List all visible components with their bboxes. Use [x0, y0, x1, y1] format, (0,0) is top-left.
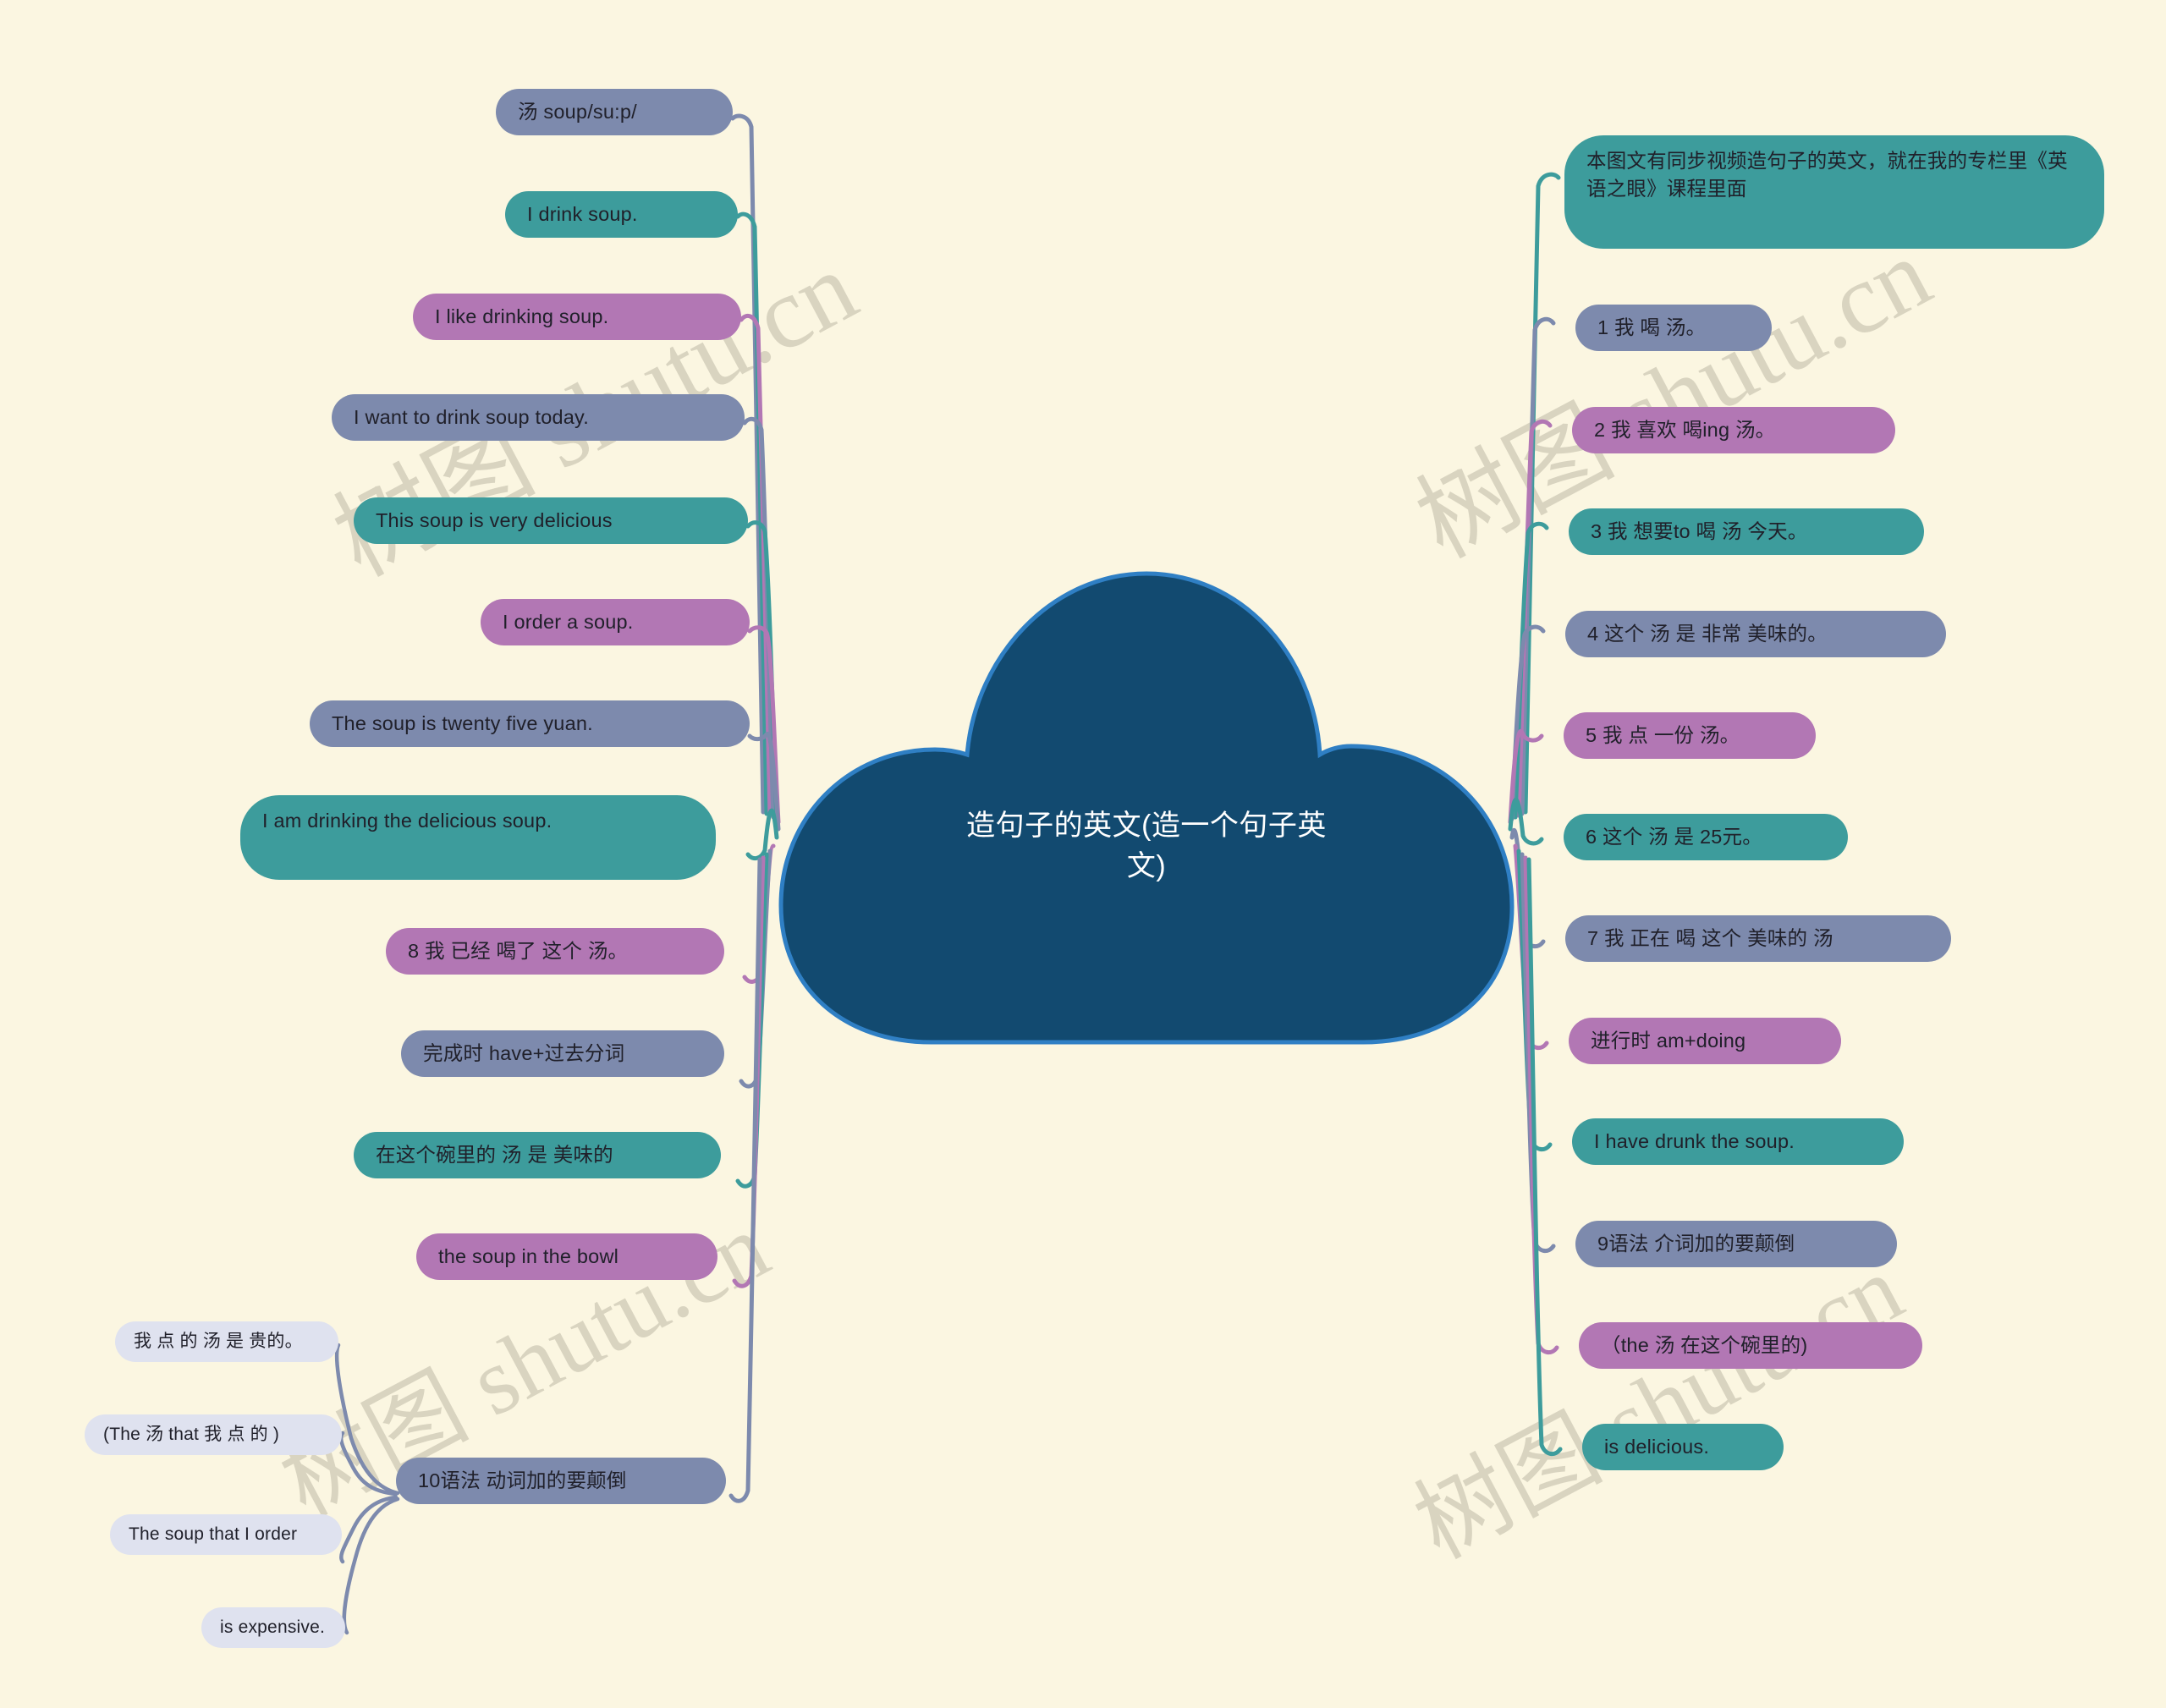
topic-node[interactable]: 本图文有同步视频造句子的英文，就在我的专栏里《英语之眼》课程里面: [1564, 135, 2104, 249]
topic-node[interactable]: 1 我 喝 汤。: [1575, 305, 1772, 352]
topic-node[interactable]: I drink soup.: [505, 191, 738, 239]
topic-label: I drink soup.: [527, 203, 638, 225]
topic-label: 进行时 am+doing: [1591, 1030, 1746, 1052]
topic-label: I want to drink soup today.: [354, 406, 589, 428]
topic-node[interactable]: the soup in the bowl: [416, 1233, 717, 1281]
topic-node[interactable]: 8 我 已经 喝了 这个 汤。: [386, 928, 724, 975]
topic-label: The soup is twenty five yuan.: [332, 712, 593, 734]
topic-node[interactable]: I have drunk the soup.: [1572, 1118, 1904, 1166]
topic-label: I like drinking soup.: [435, 305, 609, 327]
topic-label: 1 我 喝 汤。: [1597, 316, 1707, 338]
root-title: 造句子的英文(造一个句子英文): [766, 558, 1527, 1057]
topic-label: 9语法 介词加的要颠倒: [1597, 1233, 1795, 1255]
subtopic-label: 我 点 的 汤 是 贵的。: [134, 1332, 303, 1351]
root-title-text: 造句子的英文(造一个句子英文): [966, 809, 1327, 882]
topic-node[interactable]: The soup is twenty five yuan.: [310, 700, 750, 748]
topic-label: 10语法 动词加的要颠倒: [418, 1469, 627, 1491]
topic-label: 8 我 已经 喝了 这个 汤。: [408, 940, 629, 962]
topic-label: 本图文有同步视频造句子的英文，就在我的专栏里《英语之眼》课程里面: [1586, 150, 2068, 200]
topic-label: 4 这个 汤 是 非常 美味的。: [1587, 623, 1828, 645]
topic-node[interactable]: 7 我 正在 喝 这个 美味的 汤: [1565, 915, 1951, 963]
topic-node[interactable]: 9语法 介词加的要颠倒: [1575, 1221, 1897, 1268]
topic-label: 5 我 点 一份 汤。: [1586, 724, 1740, 746]
topic-node[interactable]: 汤 soup/su:p/: [496, 89, 733, 136]
subtopic-label: The soup that I order: [129, 1524, 298, 1544]
topic-node[interactable]: 在这个碗里的 汤 是 美味的: [354, 1132, 721, 1179]
topic-node[interactable]: I want to drink soup today.: [332, 394, 745, 442]
topic-label: 7 我 正在 喝 这个 美味的 汤: [1587, 927, 1833, 949]
topic-node[interactable]: 10语法 动词加的要颠倒: [396, 1458, 726, 1505]
subtopic-label: (The 汤 that 我 点 的 ): [103, 1425, 280, 1444]
topic-label: I have drunk the soup.: [1594, 1130, 1795, 1152]
subtopic-node[interactable]: (The 汤 that 我 点 的 ): [85, 1414, 342, 1455]
subtopic-node[interactable]: The soup that I order: [110, 1514, 342, 1555]
topic-node[interactable]: I am drinking the delicious soup.: [240, 795, 716, 880]
topic-node[interactable]: 进行时 am+doing: [1569, 1018, 1841, 1065]
topic-label: This soup is very delicious: [376, 509, 613, 531]
topic-node[interactable]: I order a soup.: [481, 599, 750, 646]
topic-node[interactable]: I like drinking soup.: [413, 294, 741, 341]
topic-node[interactable]: is delicious.: [1582, 1424, 1784, 1471]
topic-label: I order a soup.: [503, 611, 634, 633]
topic-node[interactable]: This soup is very delicious: [354, 497, 748, 545]
topic-label: 6 这个 汤 是 25元。: [1586, 826, 1762, 848]
mindmap-canvas: 树图 shutu.cn 树图 shutu.cn 树图 shutu.cn 树图 s…: [0, 0, 2166, 1708]
subtopic-node[interactable]: is expensive.: [201, 1607, 345, 1648]
topic-label: （the 汤 在这个碗里的): [1601, 1334, 1808, 1356]
watermark: 树图 shutu.cn: [1399, 1236, 1919, 1579]
topic-node[interactable]: 6 这个 汤 是 25元。: [1564, 814, 1848, 861]
topic-label: I am drinking the delicious soup.: [262, 810, 552, 832]
subtopic-node[interactable]: 我 点 的 汤 是 贵的。: [115, 1321, 338, 1362]
topic-label: 完成时 have+过去分词: [423, 1042, 625, 1064]
topic-label: is delicious.: [1604, 1436, 1710, 1458]
topic-node[interactable]: 2 我 喜欢 喝ing 汤。: [1572, 407, 1895, 454]
topic-node[interactable]: 5 我 点 一份 汤。: [1564, 712, 1816, 760]
topic-node[interactable]: 4 这个 汤 是 非常 美味的。: [1565, 611, 1946, 658]
topic-node[interactable]: （the 汤 在这个碗里的): [1579, 1322, 1922, 1370]
topic-label: 在这个碗里的 汤 是 美味的: [376, 1144, 613, 1166]
topic-node[interactable]: 3 我 想要to 喝 汤 今天。: [1569, 508, 1924, 556]
topic-label: the soup in the bowl: [438, 1245, 619, 1267]
topic-label: 汤 soup/su:p/: [518, 101, 637, 123]
topic-label: 2 我 喜欢 喝ing 汤。: [1594, 419, 1776, 441]
topic-node[interactable]: 完成时 have+过去分词: [401, 1030, 724, 1078]
subtopic-label: is expensive.: [220, 1617, 325, 1637]
topic-label: 3 我 想要to 喝 汤 今天。: [1591, 520, 1808, 542]
root-node[interactable]: 造句子的英文(造一个句子英文): [766, 558, 1527, 1057]
